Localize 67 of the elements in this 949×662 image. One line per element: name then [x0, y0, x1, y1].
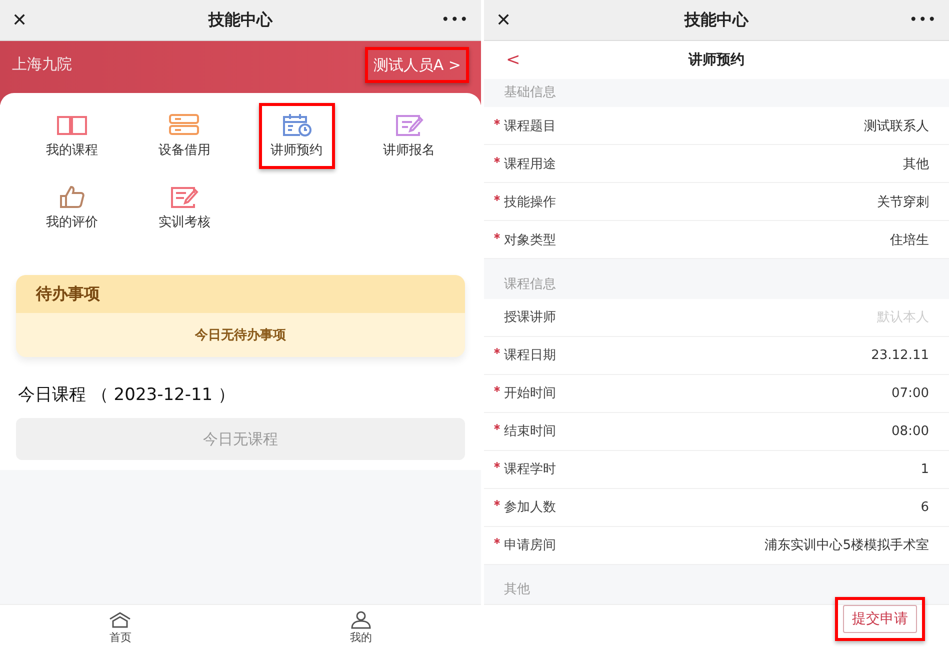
- field-value: 关节穿刺: [877, 194, 929, 211]
- book-icon: [55, 113, 90, 137]
- section-title: 基础信息: [503, 84, 557, 102]
- window-title: 技能中心: [208, 10, 272, 30]
- field-label: 课程学时: [504, 461, 556, 478]
- menu-item[interactable]: 讲师报名: [378, 111, 439, 161]
- empty-message: 今日无课程: [16, 418, 465, 460]
- empty-message: 今日无待办事项: [195, 327, 286, 344]
- field-label: 课程用途: [504, 156, 556, 173]
- close-button[interactable]: ✕: [12, 10, 42, 30]
- page-title: 讲师预约: [687, 51, 746, 69]
- menu-item[interactable]: 设备借用: [154, 111, 214, 161]
- field-label: 申请房间: [504, 537, 556, 554]
- field-label: 对象类型: [504, 232, 556, 249]
- form-row[interactable]: 课程题目 测试联系人: [484, 107, 949, 146]
- form-row[interactable]: 申请房间 浦东实训中心5楼模拟手术室: [484, 526, 949, 565]
- menu-item[interactable]: 我的评价: [42, 183, 102, 233]
- section-title: 课程信息: [503, 276, 557, 294]
- section-title: 其他: [503, 581, 531, 599]
- field-value: 其他: [903, 156, 929, 173]
- field-label: 课程题目: [504, 118, 556, 135]
- menu-label: 我的评价: [46, 214, 98, 231]
- form-row[interactable]: 参加人数 6: [484, 488, 949, 527]
- field-value: 07:00: [892, 386, 929, 401]
- menu-item[interactable]: 实训考核: [154, 183, 214, 233]
- field-label: 开始时间: [504, 385, 556, 402]
- more-button[interactable]: •••: [907, 12, 937, 28]
- back-button[interactable]: <: [506, 50, 566, 70]
- window-title: 技能中心: [684, 10, 748, 30]
- form-row[interactable]: 课程用途 其他: [484, 145, 949, 184]
- field-label: 课程日期: [504, 347, 556, 364]
- tab-item[interactable]: 我的: [348, 611, 373, 645]
- close-button[interactable]: ✕: [496, 10, 526, 30]
- field-value: 住培生: [890, 232, 929, 249]
- field-value: 1: [920, 462, 929, 477]
- user-icon: [348, 611, 373, 629]
- menu-label: 实训考核: [158, 214, 210, 231]
- menu-label: 讲师报名: [382, 142, 435, 159]
- submit-button[interactable]: 提交申请: [843, 605, 917, 633]
- field-value: 6: [920, 500, 929, 515]
- form-row[interactable]: 课程日期 23.12.11: [484, 336, 949, 375]
- form-row[interactable]: 开始时间 07:00: [484, 374, 949, 413]
- field-label: 结束时间: [504, 423, 556, 440]
- hospital-name: 上海九院: [12, 55, 72, 75]
- menu-item[interactable]: 讲师预约: [266, 111, 327, 161]
- form-row[interactable]: 课程学时 1: [484, 450, 949, 489]
- menu-label: 讲师预约: [270, 142, 323, 159]
- field-value: 测试联系人: [864, 118, 929, 135]
- field-value: 08:00: [892, 424, 929, 439]
- form-row[interactable]: 结束时间 08:00: [484, 412, 949, 451]
- field-label: 参加人数: [504, 499, 556, 516]
- server-icon: [167, 113, 202, 137]
- form-row[interactable]: 技能操作 关节穿刺: [484, 183, 949, 222]
- field-value: 23.12.11: [871, 348, 929, 363]
- menu-label: 我的课程: [46, 142, 98, 159]
- user-link[interactable]: 测试人员A >: [373, 55, 461, 75]
- section-title: 今日课程 （ 2023-12-11 ）: [18, 384, 236, 406]
- field-label: 授课讲师: [504, 309, 556, 326]
- menu-label: 设备借用: [158, 142, 210, 159]
- menu-item[interactable]: 我的课程: [42, 111, 102, 161]
- field-value: 浦东实训中心5楼模拟手术室: [764, 537, 929, 554]
- field-label: 技能操作: [504, 194, 556, 211]
- more-button[interactable]: •••: [439, 12, 469, 28]
- todo-title: 待办事项: [36, 284, 100, 304]
- home-icon: [108, 611, 132, 629]
- form-row[interactable]: 对象类型 住培生: [484, 221, 949, 260]
- tab-item[interactable]: 首页: [108, 611, 132, 645]
